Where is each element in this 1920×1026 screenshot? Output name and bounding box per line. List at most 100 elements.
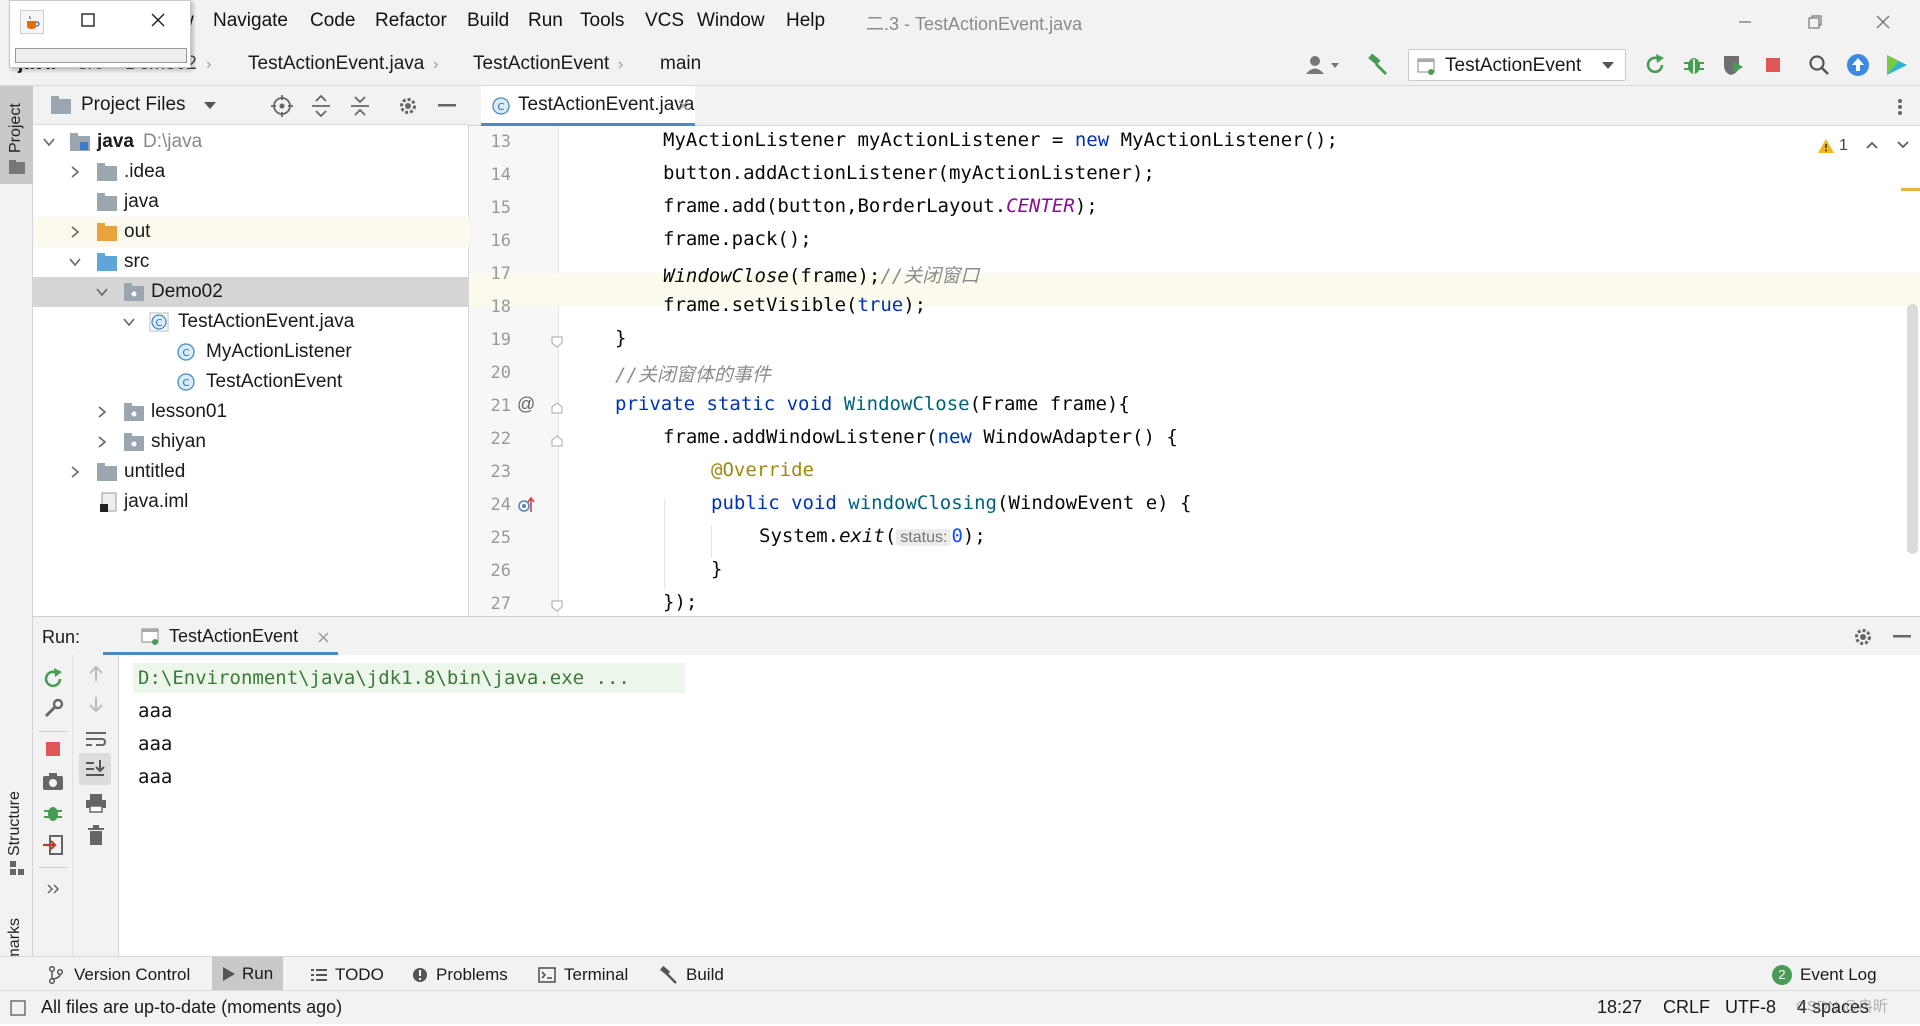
minimize-button[interactable] (1730, 8, 1760, 36)
tree-item-out[interactable]: out (33, 217, 469, 247)
warning-icon[interactable] (1817, 138, 1835, 154)
code-line-16[interactable]: frame.pack(); (663, 228, 812, 250)
tree-item-testactionevent-class[interactable]: C TestActionEvent (33, 367, 469, 397)
chevron-down-icon[interactable] (1896, 140, 1910, 150)
tree-item-untitled[interactable]: untitled (33, 457, 469, 487)
tree-item-demo02[interactable]: Demo02 (33, 277, 469, 307)
restore-button[interactable] (1800, 8, 1830, 36)
tree-item-idea[interactable]: .idea (33, 157, 469, 187)
code-line-23[interactable]: @Override (711, 459, 814, 481)
more-actions-button[interactable] (41, 877, 65, 901)
build-tool-button[interactable]: Build (660, 962, 724, 988)
maximize-icon[interactable] (80, 12, 96, 28)
problems-tool-button[interactable]: Problems (412, 962, 508, 988)
menu-code[interactable]: Code (310, 10, 355, 32)
floating-java-window[interactable] (9, 0, 191, 68)
menu-build[interactable]: Build (467, 10, 509, 32)
soft-wrap-button[interactable] (84, 727, 108, 751)
jetbrains-toolbox-button[interactable] (1884, 52, 1910, 78)
code-line-26[interactable]: } (711, 558, 722, 580)
version-control-tool-button[interactable]: Version Control (48, 962, 190, 988)
terminal-tool-button[interactable]: Terminal (538, 962, 628, 988)
menu-run[interactable]: Run (528, 10, 563, 32)
breadcrumb-method[interactable]: main (660, 53, 701, 75)
code-line-25[interactable]: System.exit(status: 0); (759, 525, 986, 547)
tree-item-myactionlistener[interactable]: C MyActionListener (33, 337, 469, 367)
event-log-tool-button[interactable]: 2 Event Log (1772, 962, 1877, 988)
code-line-18[interactable]: frame.setVisible(true); (663, 294, 926, 316)
editor-tab-active[interactable]: C TestActionEvent.java (481, 86, 695, 126)
debug-attach-button[interactable] (41, 801, 65, 825)
close-window-button[interactable] (1868, 8, 1898, 36)
fold-marker-icon[interactable] (551, 336, 563, 348)
vcs-user-button[interactable] (1303, 52, 1343, 78)
clear-console-button[interactable] (84, 823, 108, 847)
project-view-selector[interactable]: Project Files (81, 94, 186, 116)
update-button[interactable] (1845, 52, 1871, 78)
frame-button[interactable] (15, 48, 187, 63)
menu-vcs[interactable]: VCS (645, 10, 684, 32)
run-tool-button[interactable]: Run (212, 957, 284, 991)
locate-icon[interactable] (271, 95, 293, 117)
todo-tool-button[interactable]: TODO (311, 962, 384, 988)
menu-help[interactable]: Help (786, 10, 825, 32)
modify-config-button[interactable] (41, 697, 65, 721)
stop-button[interactable] (1760, 52, 1786, 78)
more-options-icon[interactable] (1897, 98, 1903, 116)
tree-item-src[interactable]: src (33, 247, 469, 277)
close-icon[interactable] (150, 12, 166, 28)
down-button[interactable] (84, 693, 108, 717)
build-hammer-button[interactable] (1365, 52, 1391, 78)
hide-panel-icon[interactable] (1893, 635, 1911, 639)
run-tab-active[interactable]: TestActionEvent (103, 617, 338, 655)
hide-panel-icon[interactable] (438, 104, 456, 108)
tree-item-shiyan[interactable]: shiyan (33, 427, 469, 457)
code-line-24[interactable]: public void windowClosing(WindowEvent e)… (711, 492, 1191, 514)
menu-window[interactable]: Window (697, 10, 765, 32)
up-button[interactable] (84, 661, 108, 685)
fold-marker-icon[interactable] (551, 402, 563, 414)
debug-button[interactable] (1681, 52, 1707, 78)
close-tab-icon[interactable] (318, 632, 329, 643)
code-line-27[interactable]: }); (663, 591, 697, 613)
search-everywhere-button[interactable] (1806, 52, 1832, 78)
fold-marker-icon[interactable] (551, 600, 563, 612)
close-tab-icon[interactable] (678, 100, 689, 111)
warning-stripe-marker[interactable] (1901, 188, 1920, 191)
run-configuration-select[interactable]: TestActionEvent (1408, 49, 1626, 81)
breadcrumb-class[interactable]: TestActionEvent (473, 53, 609, 75)
file-encoding[interactable]: UTF-8 (1725, 997, 1776, 1018)
chevron-down-icon[interactable] (203, 101, 217, 111)
menu-tools[interactable]: Tools (580, 10, 624, 32)
structure-tool-tab[interactable]: Structure (0, 686, 33, 886)
fold-marker-icon[interactable] (551, 435, 563, 447)
tree-item-java[interactable]: java (33, 187, 469, 217)
tree-item-java-root[interactable]: java D:\java (33, 127, 469, 157)
gear-icon[interactable] (398, 96, 418, 116)
tree-item-lesson01[interactable]: lesson01 (33, 397, 469, 427)
rerun-button[interactable] (41, 667, 65, 691)
tool-windows-toggle-icon[interactable] (10, 1000, 26, 1016)
code-line-22[interactable]: frame.addWindowListener(new WindowAdapte… (663, 426, 1178, 448)
tree-item-java-iml[interactable]: java.iml (33, 487, 469, 517)
implements-marker[interactable]: @ (517, 394, 535, 415)
project-tool-tab[interactable]: Project (0, 86, 33, 184)
breadcrumb-file[interactable]: TestActionEvent.java (248, 53, 424, 75)
caret-position[interactable]: 18:27 (1597, 997, 1642, 1018)
collapse-all-icon[interactable] (350, 95, 370, 117)
rerun-button[interactable] (1642, 52, 1668, 78)
dump-threads-button[interactable] (41, 769, 65, 793)
stop-button[interactable] (41, 737, 65, 761)
print-button[interactable] (84, 791, 108, 815)
menu-refactor[interactable]: Refactor (375, 10, 447, 32)
code-line-20[interactable]: //关闭窗体的事件 (615, 360, 771, 387)
code-line-17[interactable]: WindowClose(frame);//关闭窗口 (663, 261, 979, 288)
tree-item-testactionevent-java[interactable]: C TestActionEvent.java (33, 307, 469, 337)
status-message[interactable]: All files are up-to-date (moments ago) (41, 997, 342, 1018)
menu-navigate[interactable]: Navigate (213, 10, 288, 32)
expand-all-icon[interactable] (311, 95, 331, 117)
code-line-21[interactable]: private static void WindowClose(Frame fr… (615, 393, 1130, 415)
code-line-14[interactable]: button.addActionListener(myActionListene… (663, 162, 1155, 184)
restore-layout-button[interactable] (41, 833, 65, 857)
code-line-19[interactable]: } (615, 327, 626, 349)
